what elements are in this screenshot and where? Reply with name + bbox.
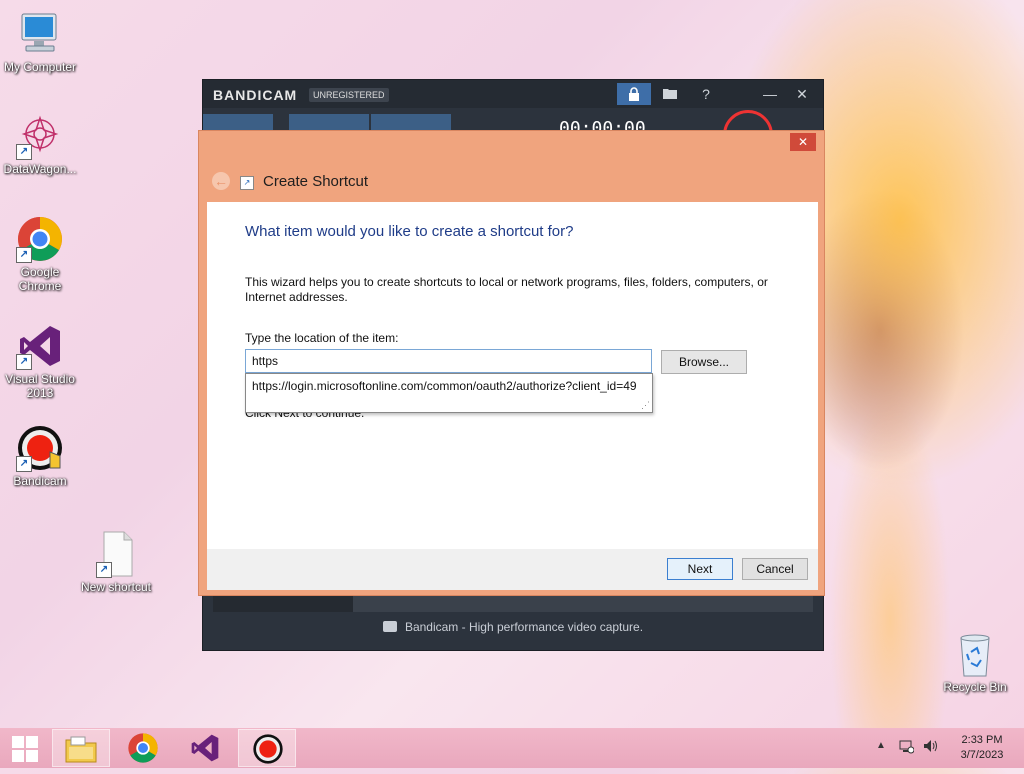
bandicam-icon (253, 734, 283, 764)
unregistered-badge: UNREGISTERED (309, 88, 389, 102)
shortcut-arrow-icon: ↗ (16, 144, 32, 160)
bandicam-icon: ↗ (16, 424, 64, 472)
desktop-icon-my-computer[interactable]: My Computer (0, 10, 80, 74)
network-icon[interactable] (898, 738, 915, 759)
lock-icon[interactable] (617, 83, 651, 105)
desktop-icon-label: Visual Studio 2013 (5, 372, 75, 400)
datawagon-icon: ↗ (16, 112, 64, 160)
recycle-bin-icon (951, 630, 999, 678)
desktop-icon-new-shortcut[interactable]: ↗ New shortcut (76, 530, 156, 594)
folder-icon[interactable] (653, 83, 687, 105)
help-button[interactable]: ? (689, 83, 723, 105)
desktop-icon-recycle-bin[interactable]: Recycle Bin (935, 630, 1015, 694)
bandicam-footer-text: Bandicam - High performance video captur… (404, 620, 644, 634)
autocomplete-suggestion[interactable]: https://login.microsoftonline.com/common… (252, 379, 637, 393)
bandicam-status-bar (213, 594, 813, 612)
clock-date: 3/7/2023 (960, 749, 1004, 761)
visual-studio-icon (191, 734, 219, 762)
desktop-icon-label: My Computer (3, 60, 77, 74)
desktop-icon-label: Recycle Bin (943, 680, 1007, 694)
dialog-title: Create Shortcut (263, 173, 369, 190)
volume-icon[interactable] (922, 738, 938, 759)
autocomplete-dropdown[interactable]: https://login.microsoftonline.com/common… (245, 373, 653, 413)
taskbar-bandicam[interactable] (238, 729, 296, 767)
shortcut-arrow-icon: ↗ (16, 354, 32, 370)
dialog-close-button[interactable]: ✕ (790, 133, 816, 151)
desktop-icon-bandicam[interactable]: ↗ Bandicam (0, 424, 80, 488)
computer-icon (16, 10, 64, 58)
taskbar-file-explorer[interactable] (52, 729, 110, 767)
windows-icon (12, 736, 38, 762)
desktop-icon-google-chrome[interactable]: ↗ Google Chrome (0, 215, 80, 293)
shortcut-arrow-icon: ↗ (16, 247, 32, 263)
show-hidden-icons-icon[interactable]: ▲ (876, 740, 886, 751)
close-button[interactable]: ✕ (785, 83, 819, 105)
chrome-icon: ↗ (16, 215, 64, 263)
resize-grip-icon[interactable]: ⋰ (641, 401, 650, 410)
shortcut-icon: ↗ (240, 176, 254, 190)
browse-button[interactable]: Browse... (661, 350, 747, 374)
dialog-heading: What item would you like to create a sho… (245, 223, 574, 240)
next-button[interactable]: Next (667, 558, 733, 580)
file-explorer-icon (65, 736, 97, 763)
chrome-icon (128, 733, 158, 763)
start-button[interactable] (0, 729, 50, 767)
taskbar-visual-studio[interactable] (176, 729, 234, 767)
desktop-icon-label: DataWagon... (3, 162, 77, 176)
location-input[interactable] (245, 349, 652, 373)
cancel-button[interactable]: Cancel (742, 558, 808, 580)
dialog-description: This wizard helps you to create shortcut… (245, 275, 768, 304)
clock-time: 2:33 PM (961, 734, 1003, 746)
desktop-icon-visual-studio[interactable]: ↗ Visual Studio 2013 (0, 322, 80, 400)
system-clock[interactable]: 2:33 PM 3/7/2023 (952, 733, 1012, 763)
location-label: Type the location of the item: (245, 331, 399, 345)
back-arrow-icon[interactable]: ← (212, 172, 230, 190)
shortcut-arrow-icon: ↗ (16, 456, 32, 472)
desktop-icon-label: New shortcut (80, 580, 152, 594)
desktop-icon-label: Bandicam (13, 474, 67, 488)
visual-studio-icon: ↗ (16, 322, 64, 370)
bandicam-logo: BANDICAM (213, 87, 298, 103)
minimize-button[interactable]: — (753, 83, 787, 105)
dialog-content: What item would you like to create a sho… (207, 202, 818, 549)
dialog-footer: Next Cancel (207, 549, 818, 590)
create-shortcut-dialog[interactable]: ✕ ← ↗ Create Shortcut What item would yo… (198, 130, 825, 596)
taskbar: ▲ 2:33 PM 3/7/2023 (0, 728, 1024, 768)
desktop-icon-datawagon[interactable]: ↗ DataWagon... (0, 112, 80, 176)
bandicam-title-bar[interactable]: BANDICAM UNREGISTERED ? — ✕ (203, 80, 823, 108)
blank-file-icon: ↗ (92, 530, 140, 578)
taskbar-chrome[interactable] (114, 729, 172, 767)
chat-icon (382, 621, 397, 632)
shortcut-arrow-icon: ↗ (96, 562, 112, 578)
bandicam-footer: Bandicam - High performance video captur… (203, 620, 823, 634)
desktop-icon-label: Google Chrome (18, 265, 62, 293)
